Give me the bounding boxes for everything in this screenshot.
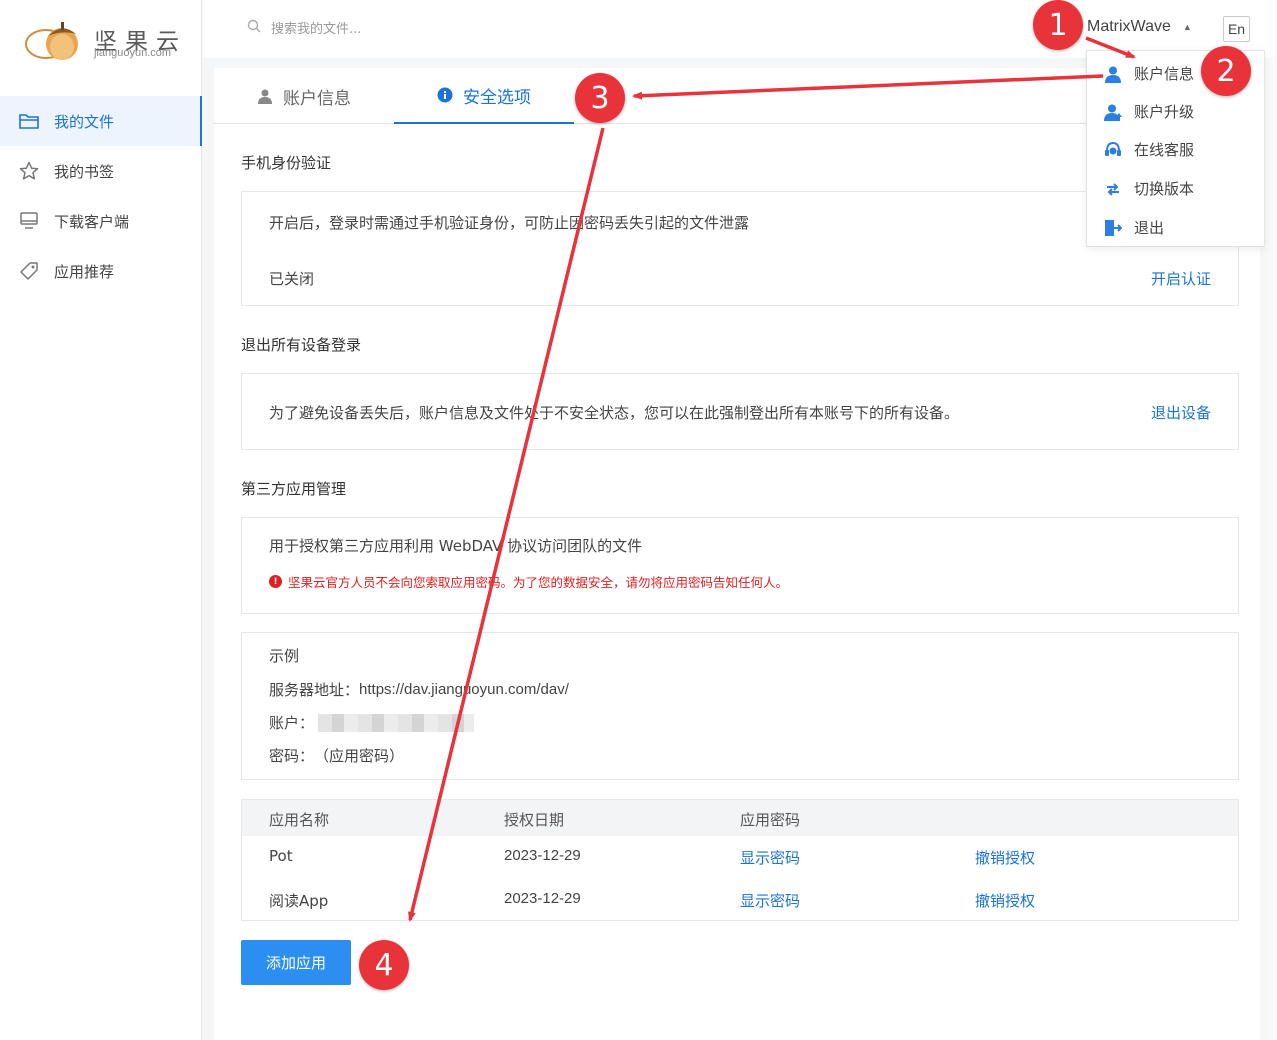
monitor-icon [18,210,40,232]
menu-item-label: 在线客服 [1134,141,1195,159]
headset-icon [1104,141,1122,159]
sidebar-item-my-files[interactable]: 我的文件 [0,96,202,146]
sidebar-nav: 我的文件 我的书签 下载客户端 应用推荐 [0,96,202,296]
header-auth-date: 授权日期 [504,811,565,829]
example-box: 示例 服务器地址： https://dav.jianguoyun.com/dav… [241,632,1239,780]
app-name: Pot [269,847,293,865]
password-label: 密码： [269,747,315,765]
menu-item-switch-version[interactable]: 切换版本 [1104,178,1194,199]
show-password-link[interactable]: 显示密码 [740,890,800,911]
search-icon [247,19,261,37]
warning-icon: ! [269,575,282,588]
user-upgrade-icon [1104,103,1122,121]
page-edge-shadow [1262,0,1277,1040]
section-title-logout-devices: 退出所有设备登录 [241,336,362,354]
menu-item-account-upgrade[interactable]: 账户升级 [1104,101,1194,122]
sidebar-item-label: 我的书签 [54,162,115,181]
username: MatrixWave [1087,18,1171,35]
revoke-auth-link[interactable]: 撤销授权 [975,847,1035,868]
folder-icon [18,110,40,132]
menu-item-label: 账户升级 [1134,103,1195,121]
example-account-row: 账户： [269,712,475,733]
menu-item-account-info[interactable]: 账户信息 [1104,63,1194,84]
warning-text: 坚果云官方人员不会向您索取应用密码。为了您的数据安全，请勿将应用密码告知任何人。 [288,575,789,590]
third-party-description: 用于授权第三方应用利用 WebDAV 协议访问团队的文件 [269,537,643,555]
enable-auth-link[interactable]: 开启认证 [1151,268,1211,289]
tab-label: 安全选项 [463,87,531,108]
add-app-button[interactable]: 添加应用 [241,940,351,985]
logout-devices-description: 为了避免设备丢失后，账户信息及文件处于不安全状态，您可以在此强制登出所有本账号下… [269,404,960,422]
user-icon [1104,65,1122,83]
header-app-password: 应用密码 [740,811,801,829]
header-app-name: 应用名称 [269,811,330,829]
switch-icon [1104,180,1122,198]
section-title-phone-auth: 手机身份验证 [241,154,332,172]
auth-date: 2023-12-29 [504,890,581,907]
revoke-auth-link[interactable]: 撤销授权 [975,890,1035,911]
acorn-logo-icon [25,22,78,60]
annotation-badge-2: 2 [1201,46,1251,96]
info-icon [437,87,453,103]
phone-auth-description: 开启后，登录时需通过手机验证身份，可防止因密码丢失引起的文件泄露 [269,214,750,232]
star-icon [18,160,40,182]
menu-item-logout[interactable]: 退出 [1104,217,1164,238]
example-password-row: 密码： （应用密码） [269,745,404,766]
authorized-apps-table: 应用名称 授权日期 应用密码 Pot 2023-12-29 显示密码 撤销授权 … [241,799,1239,921]
server-value: https://dav.jianguoyun.com/dav/ [359,681,569,698]
sidebar-item-label: 我的文件 [54,112,115,131]
third-party-box: 用于授权第三方应用利用 WebDAV 协议访问团队的文件 ! 坚果云官方人员不会… [241,517,1239,614]
menu-item-online-support[interactable]: 在线客服 [1104,139,1194,160]
sidebar-item-app-recommend[interactable]: 应用推荐 [0,246,202,296]
example-server-row: 服务器地址： https://dav.jianguoyun.com/dav/ [269,679,569,700]
password-value: （应用密码） [314,748,405,765]
menu-item-label: 退出 [1134,219,1165,237]
example-title: 示例 [269,647,300,665]
user-menu-toggle[interactable]: MatrixWave ▲ [1087,18,1192,36]
redacted-account [318,713,475,732]
annotation-badge-4: 4 [359,940,409,990]
sidebar-item-bookmarks[interactable]: 我的书签 [0,146,202,196]
annotation-badge-1: 1 [1033,0,1083,50]
logout-devices-box: 为了避免设备丢失后，账户信息及文件处于不安全状态，您可以在此强制登出所有本账号下… [241,373,1239,450]
search-placeholder: 搜索我的文件... [271,22,362,37]
auth-date: 2023-12-29 [504,847,581,864]
menu-item-label: 账户信息 [1134,65,1195,83]
phone-auth-status: 已关闭 [269,270,315,288]
logout-icon [1104,219,1122,237]
server-label: 服务器地址： [269,681,360,699]
brand-domain: jianguoyun.com [94,47,172,59]
annotation-badge-3: 3 [575,73,625,123]
caret-up-icon: ▲ [1182,22,1192,32]
security-warning: ! 坚果云官方人员不会向您索取应用密码。为了您的数据安全，请勿将应用密码告知任何… [269,572,788,591]
menu-item-label: 切换版本 [1134,180,1195,198]
sidebar-item-download-client[interactable]: 下载客户端 [0,196,202,246]
tab-security-options[interactable]: 安全选项 [394,68,574,124]
tag-icon [18,260,40,282]
table-header: 应用名称 授权日期 应用密码 [242,800,1238,836]
account-label: 账户： [269,714,315,732]
tab-account-info[interactable]: 账户信息 [214,68,394,124]
language-switch-button[interactable]: En [1223,16,1250,42]
tab-label: 账户信息 [283,88,351,109]
show-password-link[interactable]: 显示密码 [740,847,800,868]
logout-devices-link[interactable]: 退出设备 [1151,402,1211,423]
sidebar-item-label: 应用推荐 [54,262,115,281]
logo[interactable]: 坚果云 jianguoyun.com [22,14,192,66]
app-name: 阅读App [269,892,329,910]
sidebar-item-label: 下载客户端 [54,212,130,231]
sidebar: 坚果云 jianguoyun.com 我的文件 我的书签 下载客户端 应用推荐 [0,0,202,1040]
user-icon [257,88,273,104]
section-title-third-party: 第三方应用管理 [241,480,347,498]
search-input[interactable]: 搜索我的文件... [247,18,361,37]
